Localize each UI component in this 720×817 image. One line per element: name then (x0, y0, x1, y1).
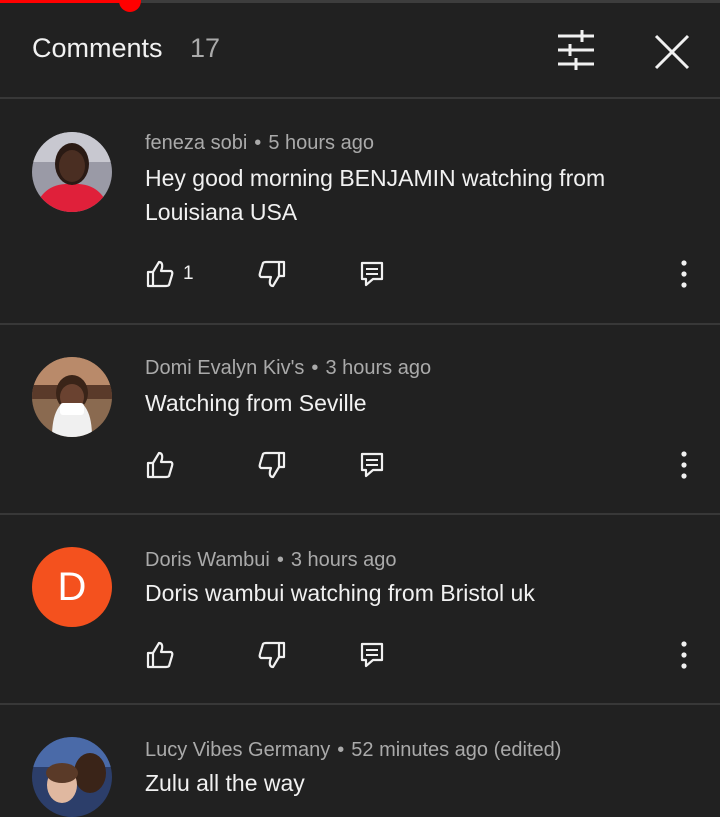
separator-dot: • (311, 357, 319, 379)
sort-filter-button[interactable] (552, 28, 600, 72)
close-icon (654, 34, 690, 70)
comment-item: D Doris Wambui • 3 hours ago Doris wambui … (0, 515, 720, 703)
comment-time: 3 hours ago (290, 549, 397, 571)
comments-header: Comments 17 (0, 3, 720, 98)
reply-icon (360, 642, 384, 668)
comment-item: feneza sobi • 5 hours ago Hey good morning… (0, 99, 720, 323)
comment-author[interactable]: Lucy Vibes Germany (145, 739, 330, 761)
comment-meta: feneza sobi • 5 hours ago (145, 132, 374, 155)
comment-author[interactable]: feneza sobi (145, 132, 247, 154)
thumbs-down-icon (258, 260, 286, 288)
more-vertical-icon (681, 641, 687, 669)
comments-title: Comments (32, 33, 163, 63)
more-options-button[interactable] (670, 254, 698, 294)
like-button[interactable]: 1 (145, 254, 194, 294)
thumbs-down-icon (258, 641, 286, 669)
avatar[interactable] (32, 737, 112, 817)
comment-time: 5 hours ago (268, 132, 374, 154)
comment-actions: 1 (0, 254, 720, 294)
avatar-letter: D (57, 564, 87, 609)
reply-icon (360, 261, 384, 287)
comment-actions (0, 445, 720, 485)
close-button[interactable] (648, 28, 696, 76)
comment-text: Doris wambui watching from Bristol uk (145, 580, 535, 606)
comment-meta: Domi Evalyn Kiv's • 3 hours ago (145, 357, 431, 380)
like-button[interactable] (145, 445, 175, 485)
comment-author[interactable]: Doris Wambui (145, 549, 270, 571)
comment-meta: Doris Wambui • 3 hours ago (145, 549, 397, 572)
comment-text: Watching from Seville (145, 390, 367, 416)
comment-time: 52 minutes ago (edited) (351, 739, 562, 761)
more-vertical-icon (681, 260, 687, 288)
like-button[interactable] (145, 635, 175, 675)
separator-dot: • (254, 132, 262, 154)
comment-item: Lucy Vibes Germany • 52 minutes ago (edite… (0, 705, 720, 817)
dislike-button[interactable] (257, 254, 287, 294)
thumbs-up-icon (146, 260, 174, 288)
avatar[interactable] (32, 357, 112, 437)
sort-filter-icon (558, 30, 594, 70)
avatar[interactable] (32, 132, 112, 212)
comment-author[interactable]: Domi Evalyn Kiv's (145, 357, 304, 379)
like-count: 1 (183, 263, 194, 284)
comment-actions (0, 635, 720, 675)
thumbs-down-icon (258, 451, 286, 479)
comment-text: Hey good morning BENJAMIN watching from … (145, 165, 606, 225)
thumbs-up-icon (146, 641, 174, 669)
thumbs-up-icon (146, 451, 174, 479)
comment-text: Zulu all the way (145, 770, 305, 796)
avatar-photo (32, 737, 112, 817)
comment-time: 3 hours ago (325, 357, 432, 379)
reply-icon (360, 452, 384, 478)
comments-count: 17 (190, 33, 221, 63)
reply-button[interactable] (359, 445, 385, 485)
reply-button[interactable] (359, 254, 385, 294)
reply-button[interactable] (359, 635, 385, 675)
comment-meta: Lucy Vibes Germany • 52 minutes ago (edite… (145, 739, 561, 762)
more-vertical-icon (681, 451, 687, 479)
dislike-button[interactable] (257, 635, 287, 675)
dislike-button[interactable] (257, 445, 287, 485)
avatar-photo (32, 357, 112, 437)
more-options-button[interactable] (670, 445, 698, 485)
more-options-button[interactable] (670, 635, 698, 675)
avatar[interactable]: D (32, 547, 112, 627)
separator-dot: • (337, 739, 345, 761)
avatar-photo (32, 132, 112, 212)
comment-item: Domi Evalyn Kiv's • 3 hours ago Watching f… (0, 325, 720, 513)
separator-dot: • (276, 549, 284, 571)
